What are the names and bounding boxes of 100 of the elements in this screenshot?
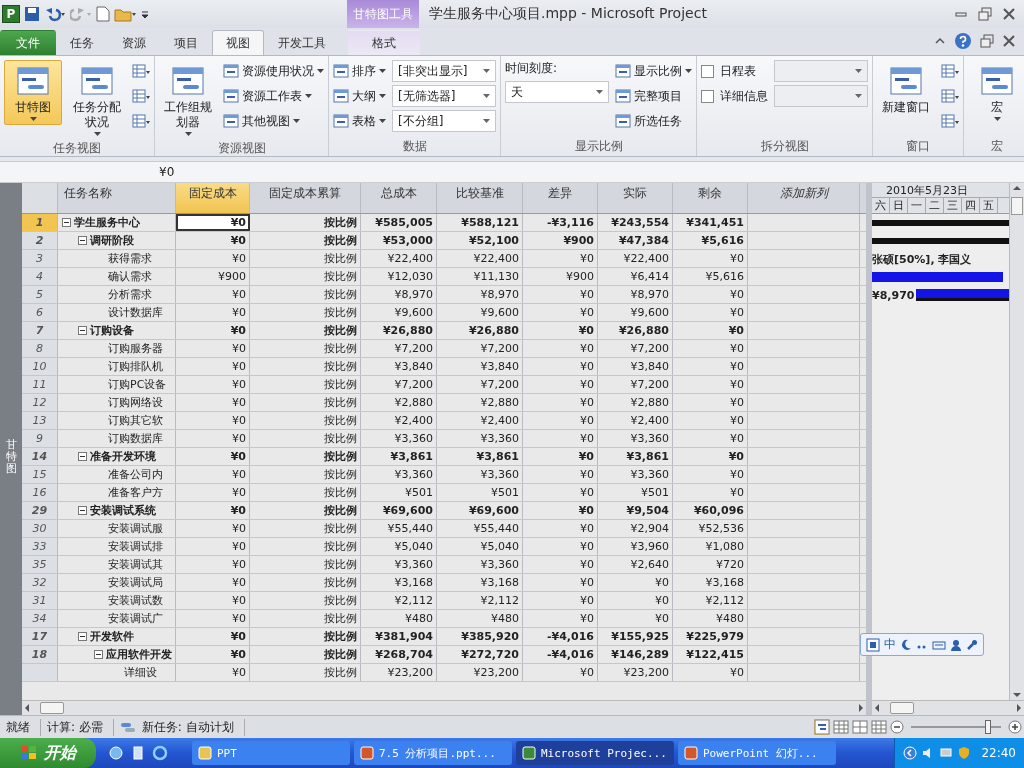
taskbar-button[interactable]: 7.5 分析项目.ppt... (354, 741, 512, 765)
zoom-in-icon[interactable] (1008, 720, 1022, 734)
restore-icon[interactable] (980, 34, 994, 48)
save-icon[interactable] (24, 6, 40, 22)
grid-icon[interactable] (852, 719, 868, 735)
row-number[interactable]: 5 (22, 286, 58, 303)
taskbar-button[interactable]: PPT (192, 741, 350, 765)
column-header[interactable]: 添加新列 (748, 183, 860, 213)
row-number[interactable]: 2 (22, 232, 58, 249)
scroll-right-icon[interactable] (1014, 702, 1024, 714)
row-number[interactable]: 13 (22, 412, 58, 429)
row-number[interactable]: 6 (22, 304, 58, 321)
network-icon[interactable] (939, 746, 954, 760)
wrench-icon[interactable] (966, 638, 978, 651)
ribbon-button[interactable]: 完整项目 (615, 85, 692, 107)
column-header[interactable]: 固定成本累算 (250, 183, 361, 213)
new-document-icon[interactable] (96, 6, 110, 22)
collapse-icon[interactable] (78, 506, 87, 515)
collapse-icon[interactable] (78, 452, 87, 461)
ribbon-button[interactable]: 新建窗口 (877, 60, 935, 119)
row-number[interactable]: 34 (22, 610, 58, 627)
close-icon[interactable] (1002, 7, 1016, 21)
row-number[interactable]: 35 (22, 556, 58, 573)
back-icon[interactable] (903, 746, 918, 760)
ribbon-tab[interactable]: 格式 (348, 30, 420, 55)
keyboard-icon[interactable] (932, 638, 946, 651)
ribbon-tab[interactable]: 任务 (56, 30, 108, 55)
collapse-icon[interactable] (78, 236, 87, 245)
ribbon-tab[interactable]: 开发工具 (264, 30, 340, 55)
input-mode-button[interactable]: 中 (884, 636, 896, 653)
browser-icon[interactable] (152, 745, 168, 761)
collapse-icon[interactable] (62, 218, 71, 227)
scrollbar-thumb[interactable] (40, 702, 64, 714)
dropdown-field[interactable] (774, 60, 868, 82)
undo-icon[interactable] (44, 6, 66, 22)
taskbar-button[interactable]: Microsoft Projec... (516, 741, 674, 765)
desktop-icon[interactable] (130, 745, 146, 761)
column-header[interactable]: 差异 (523, 183, 598, 213)
row-number[interactable]: 31 (22, 592, 58, 609)
row-number[interactable]: 9 (22, 430, 58, 447)
formula-field[interactable]: ¥0 (155, 165, 179, 179)
dropdown-field[interactable]: 天 (505, 81, 609, 103)
dropdown-field[interactable]: [无筛选器] (392, 85, 496, 107)
row-number[interactable]: 30 (22, 520, 58, 537)
collapse-icon[interactable] (94, 650, 103, 659)
row-number[interactable]: 29 (22, 502, 58, 519)
ribbon-tab[interactable]: 项目 (160, 30, 212, 55)
close-icon[interactable] (1002, 34, 1016, 48)
checkbox[interactable] (701, 89, 714, 103)
ribbon-button[interactable]: 资源工作表 (223, 85, 324, 107)
dropdown-field[interactable]: [非突出显示] (392, 60, 496, 82)
ribbon-button[interactable]: 工作组规划器 (159, 60, 217, 140)
row-number[interactable]: 32 (22, 574, 58, 591)
collapse-icon[interactable] (78, 326, 87, 335)
ribbon-button[interactable]: 大纲 (333, 85, 386, 107)
taskbar-button[interactable]: PowerPoint 幻灯... (678, 741, 836, 765)
moon-icon[interactable] (900, 638, 912, 651)
help-icon[interactable] (954, 32, 972, 50)
ribbon-button[interactable]: 宏 (968, 60, 1024, 125)
row-number[interactable]: 33 (22, 538, 58, 555)
row-number[interactable]: 1 (22, 214, 58, 231)
ribbon-button[interactable]: 排序 (333, 60, 386, 82)
scrollbar-thumb[interactable] (890, 702, 914, 714)
scrollbar-thumb[interactable] (1011, 197, 1023, 215)
grid-icon[interactable] (871, 719, 887, 735)
row-number[interactable]: 17 (22, 628, 58, 645)
ribbon-tab[interactable]: 文件 (0, 30, 56, 55)
zoom-slider-thumb[interactable] (984, 720, 991, 734)
row-number[interactable]: 16 (22, 484, 58, 501)
row-number[interactable]: 12 (22, 394, 58, 411)
zoom-out-icon[interactable] (890, 720, 904, 734)
ribbon-button[interactable]: 甘特图 (4, 60, 62, 125)
user-icon[interactable] (950, 638, 962, 651)
column-header[interactable]: 剩余 (673, 183, 748, 213)
ribbon-button[interactable]: 其他视图 (223, 110, 324, 132)
ribbon-button[interactable]: 表格 (333, 110, 386, 132)
start-button[interactable]: 开始 (0, 738, 96, 768)
row-number[interactable]: 11 (22, 376, 58, 393)
column-header[interactable]: 实际 (598, 183, 673, 213)
ribbon-button[interactable]: 所选任务 (615, 110, 692, 132)
row-number[interactable]: 7 (22, 322, 58, 339)
row-number[interactable]: 15 (22, 466, 58, 483)
dropdown-field[interactable]: [不分组] (392, 110, 496, 132)
ribbon-button[interactable]: 显示比例 (615, 60, 692, 82)
row-number[interactable]: 18 (22, 646, 58, 663)
row-number[interactable]: 8 (22, 340, 58, 357)
column-header[interactable]: 总成本 (361, 183, 437, 213)
collapse-icon[interactable] (78, 632, 87, 641)
row-number[interactable]: 3 (22, 250, 58, 267)
ribbon-button[interactable]: 资源使用状况 (223, 60, 324, 82)
row-number[interactable]: 10 (22, 358, 58, 375)
row-number[interactable]: 4 (22, 268, 58, 285)
ribbon-tab[interactable]: 资源 (108, 30, 160, 55)
row-number[interactable]: 14 (22, 448, 58, 465)
column-header[interactable]: 固定成本 (176, 183, 250, 213)
grid-icon[interactable] (833, 719, 849, 735)
checkbox[interactable] (701, 64, 714, 78)
ribbon-button[interactable]: 任务分配状况 (68, 60, 126, 140)
column-header[interactable]: 比较基准 (437, 183, 523, 213)
ribbon-tab[interactable]: 视图 (212, 30, 264, 55)
